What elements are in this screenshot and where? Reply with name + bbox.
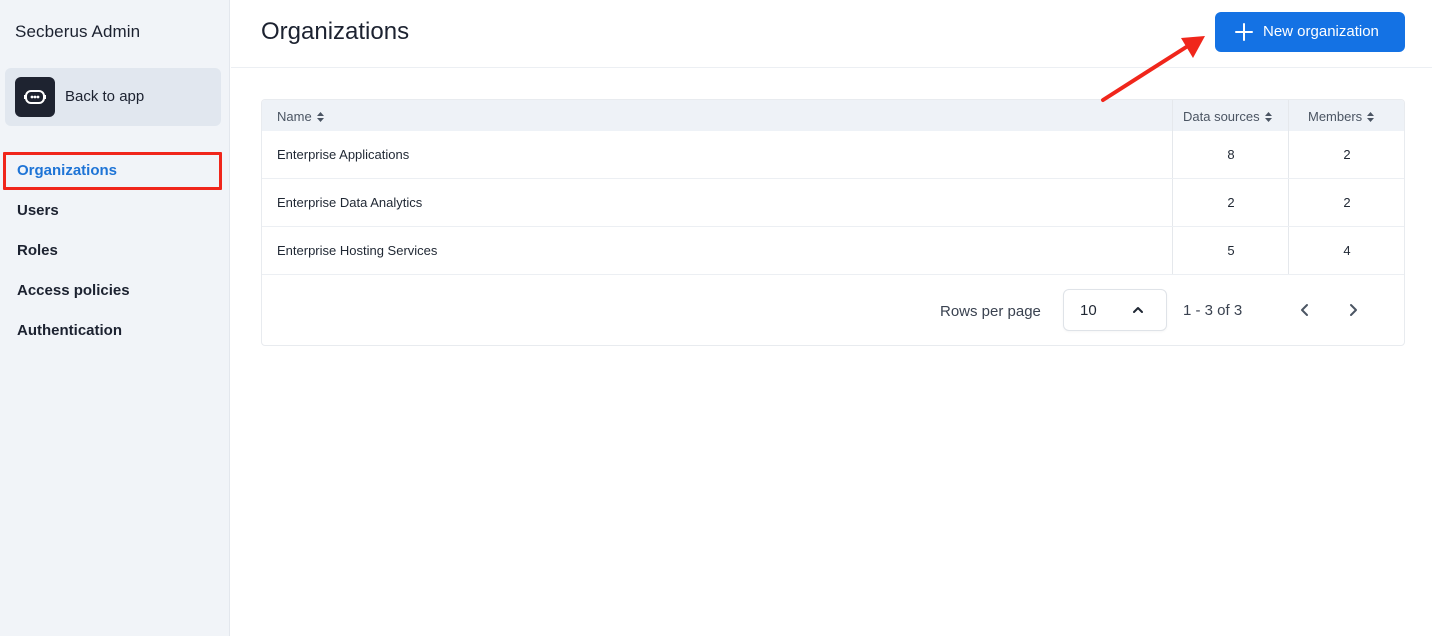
table-row[interactable]: Enterprise Data Analytics 2 2	[262, 179, 1404, 227]
sidebar-item-organizations[interactable]: Organizations	[17, 162, 117, 179]
sidebar-item-authentication[interactable]: Authentication	[17, 322, 122, 339]
cell-name: Enterprise Data Analytics	[277, 195, 423, 210]
cell-data-sources: 2	[1227, 195, 1235, 210]
sidebar-item-roles[interactable]: Roles	[17, 242, 58, 259]
back-to-app-label: Back to app	[65, 88, 145, 105]
app-title: Secberus Admin	[15, 22, 141, 41]
table-header: Name Data sources Members	[262, 100, 1404, 131]
new-organization-label: New organization	[1263, 23, 1379, 40]
cell-members: 2	[1343, 147, 1351, 162]
annotation-arrow-icon	[1101, 36, 1205, 102]
column-header-members[interactable]: Members	[1308, 109, 1375, 124]
plus-icon	[1235, 23, 1253, 41]
cell-data-sources: 5	[1227, 243, 1235, 258]
cell-name: Enterprise Applications	[277, 147, 410, 162]
column-header-data-sources[interactable]: Data sources	[1183, 109, 1272, 124]
back-to-app-button[interactable]: Back to app	[5, 68, 221, 126]
cell-members: 4	[1343, 243, 1351, 258]
bot-icon	[15, 77, 55, 117]
chevron-up-icon	[1133, 307, 1143, 313]
new-organization-button[interactable]: New organization	[1215, 12, 1405, 52]
chevron-right-icon[interactable]	[1343, 300, 1363, 320]
sidebar: Secberus Admin Back to app Organizations…	[0, 0, 230, 636]
column-header-name[interactable]: Name	[277, 109, 324, 124]
organizations-table: Name Data sources Members Enterprise App…	[261, 99, 1405, 346]
sort-icon	[316, 111, 324, 122]
pagination-range: 1 - 3 of 3	[1183, 302, 1243, 319]
table-row[interactable]: Enterprise Hosting Services 5 4	[262, 227, 1404, 275]
page-header: Organizations New organization	[231, 0, 1432, 68]
rows-per-page-label: Rows per page	[940, 303, 1041, 320]
sidebar-item-users[interactable]: Users	[17, 202, 59, 219]
page-title: Organizations	[261, 18, 410, 45]
sort-icon	[1264, 111, 1272, 122]
rows-per-page-select[interactable]: 10	[1063, 289, 1167, 331]
column-header-label: Data sources	[1183, 109, 1260, 124]
cell-data-sources: 8	[1227, 147, 1235, 162]
rows-per-page-value: 10	[1080, 302, 1097, 319]
cell-members: 2	[1343, 195, 1351, 210]
table-row[interactable]: Enterprise Applications 8 2	[262, 131, 1404, 179]
sidebar-item-access-policies[interactable]: Access policies	[17, 282, 130, 299]
main-content: Organizations New organization Name Data…	[231, 0, 1432, 636]
column-header-label: Name	[277, 109, 312, 124]
cell-name: Enterprise Hosting Services	[277, 243, 438, 258]
column-header-label: Members	[1308, 109, 1363, 124]
sort-icon	[1367, 111, 1375, 122]
chevron-left-icon[interactable]	[1295, 300, 1315, 320]
